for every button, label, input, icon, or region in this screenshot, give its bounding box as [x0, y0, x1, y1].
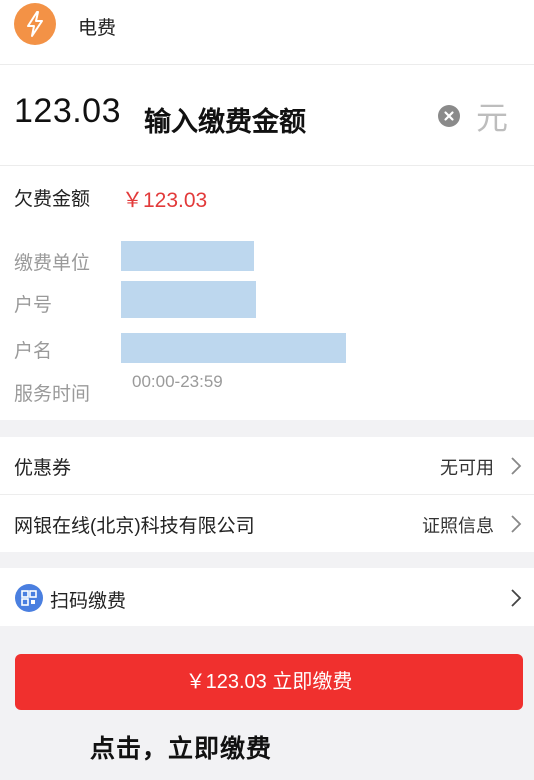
coupon-label: 优惠券: [14, 458, 72, 479]
company-name: 网银在线(北京)科技有限公司: [14, 516, 255, 537]
pay-hint-text: 点击，立即缴费: [90, 735, 273, 763]
coupon-value: 无可用: [440, 458, 494, 478]
license-info-link: 证照信息: [422, 516, 494, 536]
header: 电费: [0, 0, 534, 65]
service-time-value: 00:00-23:59: [132, 372, 223, 391]
bill-info-panel: 欠费金额 ￥123.03 缴费单位 户号 户名 服务时间 00:00-23:59: [0, 166, 534, 420]
amount-input-row[interactable]: 123.03 输入缴费金额 元: [0, 65, 534, 166]
qr-scan-icon: [15, 584, 43, 612]
account-value-masked: [121, 281, 256, 318]
chevron-right-icon: [511, 457, 522, 475]
name-label: 户名: [14, 341, 53, 362]
chevron-right-icon: [511, 515, 522, 533]
company-row[interactable]: 网银在线(北京)科技有限公司 证照信息: [0, 495, 534, 552]
name-value-masked: [121, 333, 346, 363]
unit-value-masked: [121, 241, 254, 271]
pay-now-button[interactable]: ￥123.03 立即缴费: [15, 654, 523, 710]
clear-icon[interactable]: [438, 105, 460, 127]
owe-amount: ￥123.03: [122, 189, 208, 212]
chevron-right-icon: [511, 589, 522, 607]
lightning-icon: [14, 3, 56, 45]
service-time-label: 服务时间: [14, 384, 91, 405]
account-label: 户号: [14, 295, 53, 316]
owe-label: 欠费金额: [14, 189, 91, 210]
page-title: 电费: [78, 18, 117, 39]
coupon-row[interactable]: 优惠券 无可用: [0, 437, 534, 494]
currency-unit: 元: [476, 100, 509, 136]
unit-label: 缴费单位: [14, 253, 91, 274]
scan-pay-label: 扫码缴费: [50, 591, 127, 612]
amount-input[interactable]: 123.03: [14, 92, 121, 131]
scan-pay-row[interactable]: 扫码缴费: [0, 568, 534, 626]
amount-hint: 输入缴费金额: [144, 107, 306, 137]
